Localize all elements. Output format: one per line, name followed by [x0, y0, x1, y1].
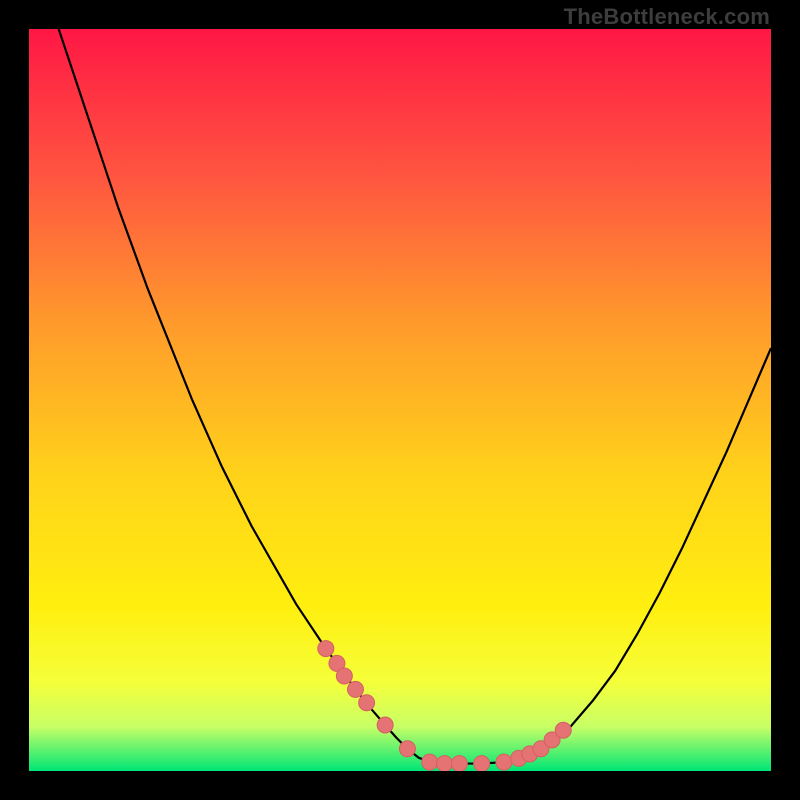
curve-marker — [437, 756, 453, 771]
curve-marker — [336, 668, 352, 684]
curve-marker — [451, 756, 467, 771]
curve-marker — [474, 756, 490, 771]
gradient-background — [29, 29, 771, 771]
plot-area — [29, 29, 771, 771]
curve-marker — [555, 722, 571, 738]
curve-marker — [318, 641, 334, 657]
chart-frame: TheBottleneck.com — [0, 0, 800, 800]
chart-svg — [29, 29, 771, 771]
curve-marker — [377, 717, 393, 733]
curve-marker — [422, 754, 438, 770]
curve-marker — [496, 754, 512, 770]
watermark-text: TheBottleneck.com — [564, 4, 770, 30]
curve-marker — [399, 741, 415, 757]
curve-marker — [359, 695, 375, 711]
curve-marker — [347, 681, 363, 697]
